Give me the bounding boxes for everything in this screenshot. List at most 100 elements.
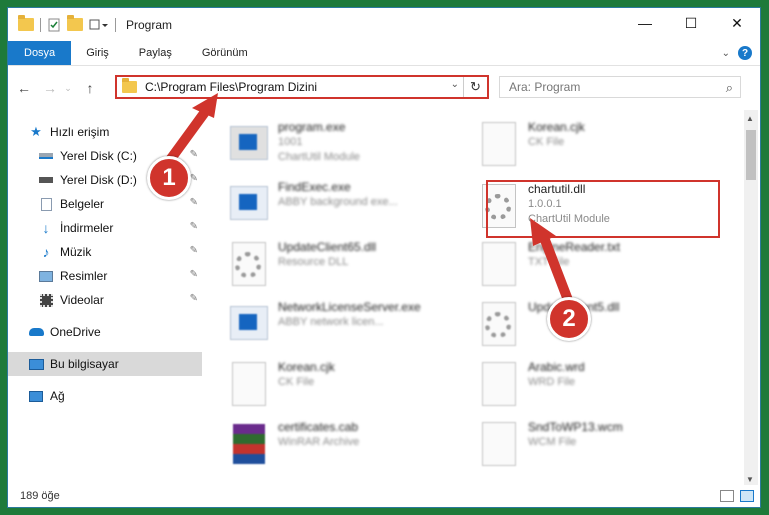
file-name: certificates.cab — [278, 420, 359, 434]
file-detail: ABBY background exe... — [278, 196, 398, 208]
file-detail: CK File — [278, 376, 315, 388]
pin-icon[interactable]: ✎ — [190, 293, 198, 304]
address-bar[interactable]: C:\Program Files\Program Dizini ⌄ ↻ — [115, 75, 489, 99]
divider — [40, 17, 41, 32]
step-1-badge: 1 — [147, 156, 191, 200]
file-detail: TXT File — [528, 256, 570, 268]
file-item[interactable]: NetworkLicenseServer.exe ABBY network lic… — [230, 300, 460, 356]
status-bar: 189 öğe — [8, 485, 760, 507]
star-icon: ★ — [30, 124, 42, 139]
computer-icon — [28, 357, 44, 371]
file-name: UpdateClient65.dll — [278, 240, 377, 254]
tiles-view-icon[interactable] — [740, 490, 754, 502]
file-item[interactable]: UpdateClient5.dll — [480, 300, 710, 356]
window-controls: — ☐ ✕ — [622, 8, 760, 38]
forward-icon[interactable]: → — [40, 80, 60, 96]
sidebar-item-music[interactable]: ♪ Müzik ✎ — [38, 240, 202, 264]
file-name: SndToWP13.wcm — [528, 420, 623, 434]
sidebar-item-this-pc[interactable]: Bu bilgisayar — [8, 352, 202, 376]
sidebar-item-onedrive[interactable]: OneDrive — [28, 320, 202, 344]
tab-share[interactable]: Paylaş — [124, 41, 187, 65]
file-name: EngineReader.txt — [528, 240, 621, 254]
file-name: NetworkLicenseServer.exe — [278, 300, 421, 314]
file-item[interactable]: FindExec.exe ABBY background exe... — [230, 180, 460, 236]
file-name: FindExec.exe — [278, 180, 351, 194]
customize-toolbar-icon[interactable] — [89, 18, 109, 32]
refresh-icon[interactable]: ↻ — [463, 77, 487, 97]
sidebar-item-videos[interactable]: Videolar ✎ — [38, 288, 202, 312]
expand-ribbon-icon[interactable]: ⌄ — [722, 48, 730, 59]
details-view-icon[interactable] — [720, 490, 734, 502]
pin-icon[interactable]: ✎ — [190, 269, 198, 280]
divider — [115, 17, 116, 32]
new-folder-icon[interactable] — [67, 15, 83, 31]
tab-view[interactable]: Görünüm — [187, 41, 263, 65]
file-detail: ABBY network licen... — [278, 316, 384, 328]
tab-home[interactable]: Giriş — [71, 41, 124, 65]
file-item[interactable]: Korean.cjk CK File — [230, 360, 460, 416]
scroll-up-icon[interactable]: ▲ — [746, 114, 754, 123]
sidebar-item-downloads[interactable]: ↓ İndirmeler ✎ — [38, 216, 202, 240]
step-2-badge: 2 — [547, 297, 591, 341]
sidebar-item-label: Ağ — [50, 389, 65, 403]
properties-icon[interactable] — [47, 18, 61, 32]
quick-access-toolbar — [18, 15, 116, 32]
folder-icon — [122, 78, 137, 93]
scroll-thumb[interactable] — [746, 130, 756, 180]
file-item[interactable]: EngineReader.txt TXT File — [480, 240, 710, 296]
drive-icon — [38, 149, 54, 163]
maximize-button[interactable]: ☐ — [668, 8, 714, 38]
help-icon[interactable]: ? — [738, 46, 752, 60]
file-item[interactable]: certificates.cab WinRAR Archive — [230, 420, 460, 476]
file-detail: CK File — [528, 136, 565, 148]
music-icon: ♪ — [42, 244, 50, 260]
sidebar-item-label: Yerel Disk (D:) — [60, 173, 137, 187]
file-name: Korean.cjk — [528, 120, 585, 134]
document-icon — [230, 362, 268, 408]
ribbon-tabs: Dosya Giriş Paylaş Görünüm ⌄ ? — [8, 41, 760, 66]
document-icon — [480, 362, 518, 408]
sidebar-item-quick-access[interactable]: ★ Hızlı erişim — [28, 120, 202, 144]
documents-icon — [38, 197, 54, 211]
search-input[interactable]: Ara: Program ⌕ — [499, 76, 741, 98]
file-detail: ChartUtil Module — [278, 151, 360, 163]
sidebar-item-pictures[interactable]: Resimler ✎ — [38, 264, 202, 288]
sidebar-item-label: Hızlı erişim — [50, 125, 110, 139]
window-title: Program — [126, 17, 173, 32]
file-item[interactable]: Arabic.wrd WRD File — [480, 360, 710, 416]
search-icon: ⌕ — [725, 80, 733, 95]
file-item[interactable]: program.exe 1001 ChartUtil Module — [230, 120, 460, 176]
file-name: program.exe — [278, 120, 346, 134]
recent-chevron-icon[interactable]: ⌄ — [62, 83, 74, 94]
sidebar-item-network[interactable]: Ağ — [28, 384, 202, 408]
back-icon[interactable]: ← — [14, 80, 34, 96]
pin-icon[interactable]: ✎ — [190, 149, 198, 160]
ribbon-right: ⌄ ? — [722, 41, 760, 65]
file-name: Korean.cjk — [278, 360, 335, 374]
file-detail: 1001 — [278, 136, 303, 148]
pin-icon[interactable]: ✎ — [190, 221, 198, 232]
scroll-down-icon[interactable]: ▼ — [746, 475, 754, 484]
document-icon — [480, 122, 518, 168]
file-detail: Resource DLL — [278, 256, 349, 268]
dll-gear-icon — [480, 302, 518, 348]
close-button[interactable]: ✕ — [714, 8, 760, 38]
pin-icon[interactable]: ✎ — [190, 245, 198, 256]
pin-icon[interactable]: ✎ — [190, 197, 198, 208]
up-icon[interactable]: ↑ — [80, 80, 100, 96]
document-icon — [480, 242, 518, 288]
address-dropdown-icon[interactable]: ⌄ — [451, 79, 459, 90]
sidebar-item-label: Müzik — [60, 245, 92, 259]
file-item[interactable]: Korean.cjk CK File — [480, 120, 710, 176]
minimize-button[interactable]: — — [622, 8, 668, 38]
navigation-bar: ← → ⌄ ↑ C:\Program Files\Program Dizini … — [8, 66, 760, 110]
vertical-scrollbar[interactable]: ▲ ▼ — [744, 110, 758, 486]
file-item[interactable]: UpdateClient65.dll Resource DLL — [230, 240, 460, 296]
video-icon — [38, 293, 54, 307]
tab-file[interactable]: Dosya — [8, 41, 72, 65]
file-item[interactable]: SndToWP13.wcm WCM File — [480, 420, 710, 476]
installer-icon — [230, 122, 268, 168]
drive-icon — [38, 173, 54, 187]
dll-gear-icon — [230, 242, 268, 288]
folder-icon — [18, 15, 34, 31]
